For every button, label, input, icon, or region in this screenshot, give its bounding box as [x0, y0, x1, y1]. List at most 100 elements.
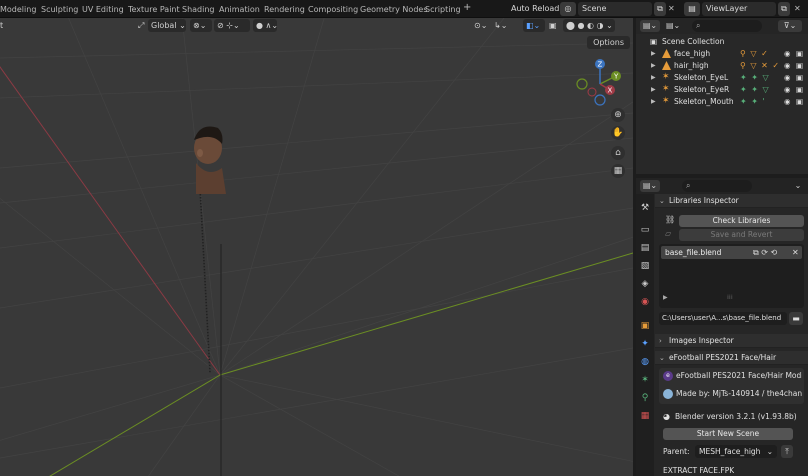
- folder-icon[interactable]: ▬: [789, 312, 803, 325]
- pan-hand-icon[interactable]: ✋: [611, 126, 625, 140]
- tab-modeling[interactable]: Modeling: [0, 3, 36, 16]
- modifier-icons: ✦ ✦ ▽: [740, 73, 770, 82]
- display-mode-icon[interactable]: ▤⌄: [666, 20, 694, 32]
- modifier-tab-icon[interactable]: ✦: [639, 338, 651, 350]
- mode-menu[interactable]: t: [0, 19, 3, 32]
- expand-icon[interactable]: ▶: [651, 96, 656, 108]
- render-tab-icon[interactable]: ▭: [639, 224, 651, 236]
- expand-icon[interactable]: ▶: [651, 60, 656, 72]
- expand-icon[interactable]: ▶: [651, 84, 656, 96]
- options-dropdown[interactable]: Options: [587, 36, 630, 49]
- expand-icon[interactable]: ▶: [651, 48, 656, 60]
- navigation-gizmo[interactable]: Z Y X: [576, 58, 626, 108]
- parent-dropdown[interactable]: MESH_face_high ⌄: [695, 445, 777, 458]
- library-list[interactable]: base_file.blend ⧉ ⟳ ⟲ ✕ ▶ ⁞⁞⁞: [659, 244, 804, 308]
- properties-search-input[interactable]: ⌕: [682, 180, 752, 192]
- list-item[interactable]: ▶ hair_high ⚲ ▽ ✕ ✓ ◉ ▣: [636, 60, 808, 72]
- tab-rendering[interactable]: Rendering: [264, 3, 305, 16]
- object-tab-icon[interactable]: ▣: [639, 320, 651, 332]
- world-tab-icon[interactable]: ◉: [639, 296, 651, 308]
- render-camera-icon[interactable]: ▣: [796, 60, 803, 72]
- visibility-icon[interactable]: ⊙⌄: [474, 19, 487, 32]
- delete-scene-icon[interactable]: ✕: [668, 2, 678, 16]
- render-camera-icon[interactable]: ▣: [796, 96, 803, 108]
- camera-view-icon[interactable]: ⌂: [611, 146, 625, 160]
- pivot-point-dropdown[interactable]: ⊗⌄: [190, 19, 212, 32]
- shading-mode-icons[interactable]: ⬤ ● ◐ ◑ ⌄: [563, 19, 615, 32]
- tab-animation[interactable]: Animation: [219, 3, 260, 16]
- scene-browse-icon[interactable]: ◎: [560, 2, 576, 16]
- delete-view-layer-icon[interactable]: ✕: [794, 2, 804, 16]
- tab-uv-editing[interactable]: UV Editing: [82, 3, 124, 16]
- upload-icon[interactable]: ⤒: [781, 445, 793, 458]
- tab-texture-paint[interactable]: Texture Paint: [128, 3, 180, 16]
- auto-reload-toggle[interactable]: Auto Reload: [511, 2, 559, 16]
- library-action-icons[interactable]: ⧉ ⟳ ⟲: [753, 246, 777, 259]
- blender-logo-icon: ◕: [663, 412, 670, 421]
- gizmo-z-label: Z: [598, 61, 603, 69]
- scene-collection-row[interactable]: ▣ Scene Collection: [636, 36, 808, 48]
- view-layer-selector[interactable]: ViewLayer: [702, 2, 776, 16]
- library-path-field[interactable]: C:\Users\user\A...s\base_file.blend: [659, 312, 787, 325]
- constraints-tab-icon[interactable]: ⚲: [639, 392, 651, 404]
- collection-icon: ▣: [650, 37, 658, 46]
- tab-shading[interactable]: Shading: [182, 3, 215, 16]
- list-item[interactable]: ▶ ✶ Skeleton_EyeR ✦ ✦ ▽ ◉ ▣: [636, 84, 808, 96]
- check-libraries-button[interactable]: Check Libraries: [679, 215, 804, 227]
- list-item[interactable]: base_file.blend ⧉ ⟳ ⟲ ✕: [661, 246, 802, 259]
- chevron-down-icon: ⌄: [766, 447, 773, 456]
- start-new-scene-button[interactable]: Start New Scene: [663, 428, 793, 440]
- transform-orientation-dropdown[interactable]: Global ⌄: [148, 19, 186, 32]
- add-workspace-button[interactable]: +: [463, 1, 471, 14]
- addon-info-box: e eFootball PES2021 Face/Hair Modi... Ma…: [659, 368, 804, 404]
- header-menu-icon[interactable]: ⌄: [792, 180, 804, 192]
- render-camera-icon[interactable]: ▣: [796, 48, 803, 60]
- output-tab-icon[interactable]: ▤: [639, 242, 651, 254]
- list-item[interactable]: ▶ face_high ⚲ ▽ ✓ ◉ ▣: [636, 48, 808, 60]
- view-layer-tab-icon[interactable]: ▧: [639, 260, 651, 272]
- tab-scripting[interactable]: Scripting: [425, 3, 461, 16]
- libraries-inspector-header[interactable]: ⌄ Libraries Inspector: [655, 194, 808, 208]
- render-camera-icon[interactable]: ▣: [796, 84, 803, 96]
- scene-selector[interactable]: Scene: [578, 2, 652, 16]
- particles-tab-icon[interactable]: ◍: [639, 356, 651, 368]
- gizmo-toggle-icon[interactable]: ↳⌄: [494, 19, 507, 32]
- tool-tab-icon[interactable]: ⚒: [639, 202, 651, 214]
- overlays-icon[interactable]: ◧⌄: [523, 19, 545, 32]
- expand-list-icon[interactable]: ▶: [663, 294, 668, 301]
- visibility-eye-icon[interactable]: ◉: [784, 72, 791, 84]
- new-scene-icon[interactable]: ⧉: [654, 2, 666, 16]
- 3d-viewport[interactable]: t ⤢ Global ⌄ ⊗⌄ ⊘ ⊹⌄ ● ∧⌄ ⊙⌄ ↳⌄ ◧⌄ ▣ ⬤ ●…: [0, 18, 633, 476]
- editor-type-icon[interactable]: ▤⌄: [640, 180, 660, 192]
- remove-library-icon[interactable]: ✕: [792, 246, 799, 259]
- ortho-grid-icon[interactable]: ▦: [611, 164, 625, 178]
- tab-compositing[interactable]: Compositing: [308, 3, 358, 16]
- save-icon: ▱: [665, 229, 672, 238]
- xray-icon[interactable]: ▣: [549, 19, 557, 32]
- outliner-search-input[interactable]: ⌕: [692, 20, 762, 32]
- zoom-icon[interactable]: ⊕: [611, 108, 625, 122]
- visibility-eye-icon[interactable]: ◉: [784, 84, 791, 96]
- texture-tab-icon[interactable]: ▦: [639, 410, 651, 422]
- snap-icon[interactable]: ⊘ ⊹⌄: [214, 19, 250, 32]
- save-and-revert-button[interactable]: Save and Revert: [679, 229, 804, 241]
- new-view-layer-icon[interactable]: ⧉: [778, 2, 790, 16]
- images-inspector-header[interactable]: › Images Inspector: [655, 334, 808, 348]
- expand-icon[interactable]: ▶: [651, 72, 656, 84]
- proportional-edit-icon[interactable]: ● ∧⌄: [253, 19, 278, 32]
- visibility-eye-icon[interactable]: ◉: [784, 96, 791, 108]
- tab-sculpting[interactable]: Sculpting: [41, 3, 78, 16]
- visibility-eye-icon[interactable]: ◉: [784, 48, 791, 60]
- visibility-eye-icon[interactable]: ◉: [784, 60, 791, 72]
- scene-tab-icon[interactable]: ◈: [639, 278, 651, 290]
- addon-panel-header[interactable]: ⌄ eFootball PES2021 Face/Hair Modifier: [655, 351, 808, 376]
- resize-handle-icon[interactable]: ⁞⁞⁞: [727, 294, 733, 301]
- view-layer-browse-icon[interactable]: ▤: [684, 2, 700, 16]
- tab-geometry-nodes[interactable]: Geometry Nodes: [360, 3, 427, 16]
- editor-type-icon[interactable]: ▤⌄: [640, 20, 660, 32]
- render-camera-icon[interactable]: ▣: [796, 72, 803, 84]
- list-item[interactable]: ▶ ✶ Skeleton_EyeL ✦ ✦ ▽ ◉ ▣: [636, 72, 808, 84]
- list-item[interactable]: ▶ ✶ Skeleton_Mouth ✦ ✦ ' ◉ ▣: [636, 96, 808, 108]
- physics-tab-icon[interactable]: ✶: [639, 374, 651, 386]
- filter-icon[interactable]: ⊽⌄: [778, 20, 802, 32]
